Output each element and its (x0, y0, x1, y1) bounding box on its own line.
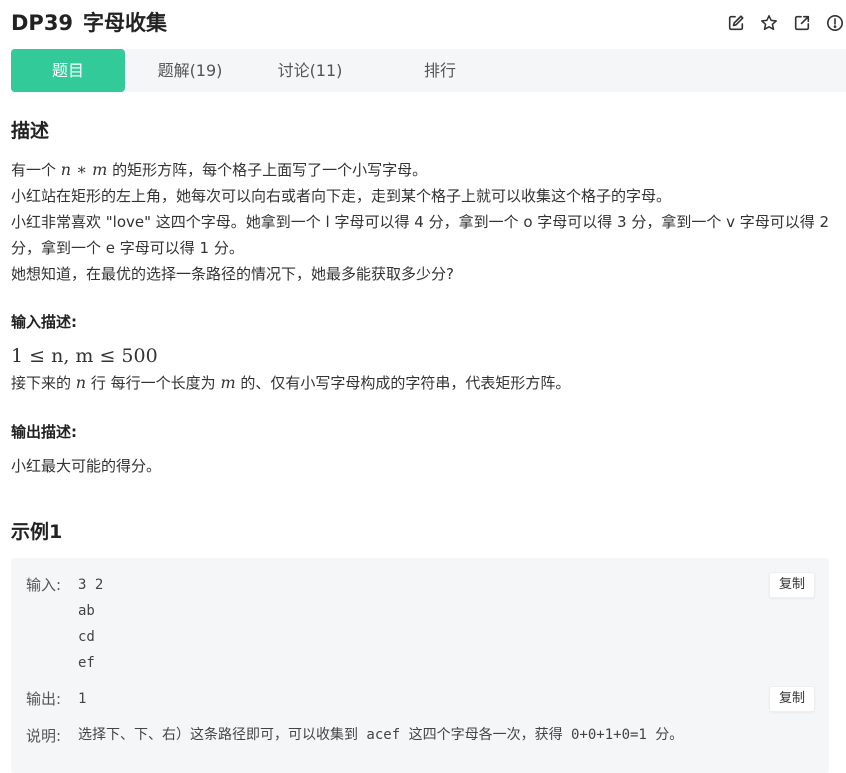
report-icon[interactable] (824, 12, 846, 34)
page-title: DP39 字母收集 (11, 8, 167, 38)
output-desc-text: 小红最大可能的得分。 (11, 457, 162, 475)
share-icon[interactable] (791, 12, 813, 34)
problem-header: DP39 字母收集 (0, 0, 846, 46)
math-n-times-m: n ∗ m (60, 160, 108, 179)
problem-code: DP39 (11, 11, 74, 35)
example-input-code: 3 2 ab cd ef (78, 577, 104, 671)
edit-icon[interactable] (725, 12, 747, 34)
input-desc-line: 接下来的 n 行 每行一个长度为 m 的、仅有小写字母构成的字符串，代表矩形方阵… (11, 373, 571, 392)
example-input-label: 输入: (26, 576, 62, 594)
star-icon[interactable] (758, 12, 780, 34)
tab-bar: 题目 题解(19) 讨论(11) 排行 (11, 49, 846, 92)
description-text: 有一个 n ∗ m 的矩形方阵，每个格子上面写了一个小写字母。 小红站在矩形的左… (11, 157, 841, 287)
description-title: 描述 (11, 120, 50, 142)
tab-problem[interactable]: 题目 (11, 49, 125, 92)
example-box: 输入: 3 2 ab cd ef 复制 输出: 1 复制 说明: 选择下、下、右… (11, 558, 829, 773)
example-output-code: 1 (78, 691, 87, 707)
description-line-1: 有一个 n ∗ m 的矩形方阵，每个格子上面写了一个小写字母。 (11, 160, 428, 179)
header-actions (714, 12, 846, 34)
tab-solutions[interactable]: 题解(19) (133, 49, 247, 92)
input-desc-text: 1 ≤ n, m ≤ 500 接下来的 n 行 每行一个长度为 m 的、仅有小写… (11, 342, 841, 396)
example-explain-text: 选择下、下、右）这条路径即可，可以收集到 acef 这四个字母各一次，获得 0+… (78, 727, 684, 743)
output-desc-title: 输出描述: (11, 423, 77, 441)
problem-title: 字母收集 (83, 11, 168, 35)
example-explain-label: 说明: (26, 727, 62, 745)
copy-output-button[interactable]: 复制 (769, 686, 815, 712)
input-desc-title: 输入描述: (11, 313, 77, 331)
tab-ranking[interactable]: 排行 (385, 49, 495, 92)
input-constraint: 1 ≤ n, m ≤ 500 (11, 345, 158, 367)
copy-input-button[interactable]: 复制 (769, 572, 815, 598)
tab-discussion[interactable]: 讨论(11) (255, 49, 365, 92)
description-line-3: 小红非常喜欢 "love" 这四个字母。她拿到一个 l 字母可以得 4 分，拿到… (11, 213, 830, 257)
description-line-2: 小红站在矩形的左上角，她每次可以向右或者向下走，走到某个格子上就可以收集这个格子… (11, 187, 672, 205)
example-output-label: 输出: (26, 690, 62, 708)
example-title: 示例1 (11, 521, 63, 543)
description-line-4: 她想知道，在最优的选择一条路径的情况下，她最多能获取多少分? (11, 265, 454, 283)
